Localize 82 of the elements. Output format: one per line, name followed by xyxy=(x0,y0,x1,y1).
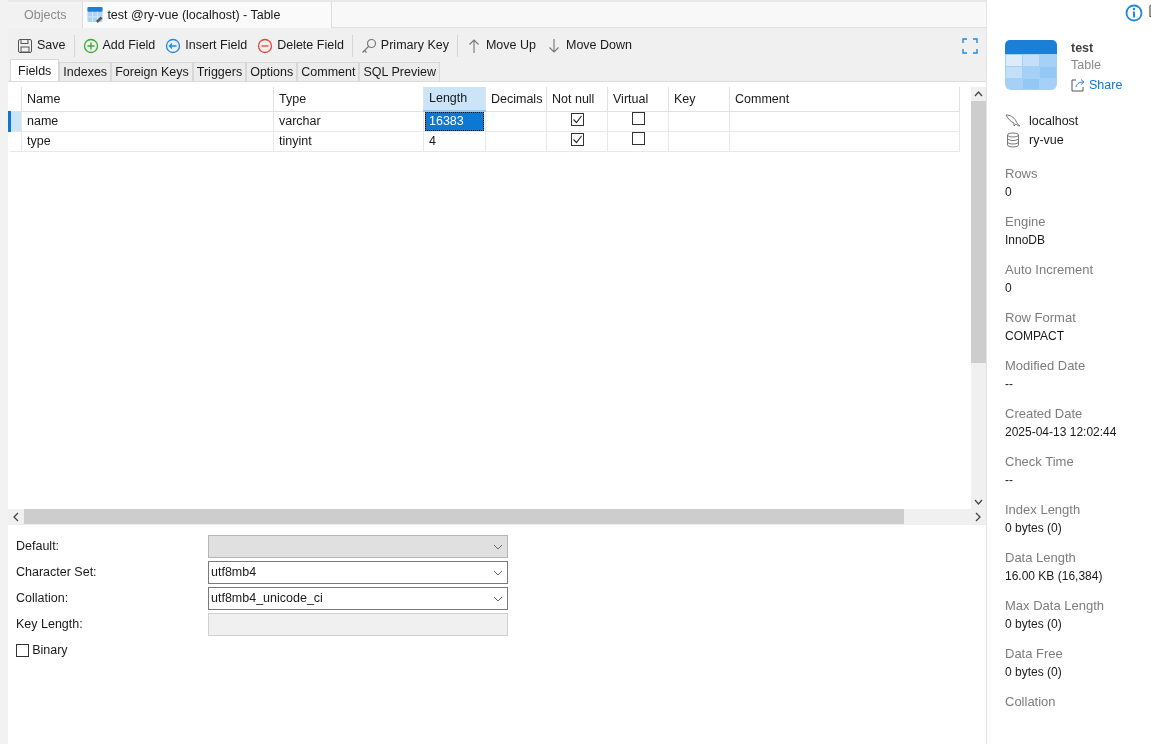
window-tab[interactable]: test @ry-vue (localhost) - Table xyxy=(82,2,333,28)
toolbar-button[interactable]: Save xyxy=(12,34,71,57)
property-value: COMPACT xyxy=(1005,327,1066,344)
column-header[interactable]: Type xyxy=(273,87,424,111)
property-label: Data Length xyxy=(1005,548,1077,566)
table-title: test xyxy=(1071,40,1095,57)
property-value: 16.00 KB (16,384) xyxy=(1005,567,1104,584)
table-cell: tinyint xyxy=(273,131,424,152)
table-icon xyxy=(87,7,104,23)
vertical-scrollbar[interactable] xyxy=(971,87,986,509)
field-label: Default: xyxy=(16,538,61,556)
toolbar-button[interactable]: Delete Field xyxy=(252,34,349,57)
property-value: -- xyxy=(1005,471,1014,488)
property-label: Collation xyxy=(1005,692,1057,710)
database-name: ry-vue xyxy=(1029,131,1064,149)
checkbox[interactable] xyxy=(16,644,29,657)
scrollbar-thumb[interactable] xyxy=(971,101,986,363)
tab[interactable]: SQL Preview xyxy=(359,62,440,81)
checkbox[interactable] xyxy=(570,112,584,126)
table-subtitle: Table xyxy=(1071,57,1102,74)
chevron-down-icon xyxy=(493,569,503,576)
key-icon xyxy=(360,37,377,54)
property-value: 0 bytes (0) xyxy=(1005,519,1063,536)
property-value: 0 xyxy=(1005,279,1013,296)
connection-name: localhost xyxy=(1029,112,1079,130)
property-label: Max Data Length xyxy=(1005,596,1105,614)
property-value: 0 bytes (0) xyxy=(1005,615,1063,632)
property-label: Auto Increment xyxy=(1005,260,1095,278)
property-label: Modified Date xyxy=(1005,356,1087,374)
table-cell: varchar xyxy=(273,111,424,132)
property-label: Data Free xyxy=(1005,644,1064,662)
minus-icon xyxy=(257,37,274,54)
field-label: Key Length: xyxy=(16,616,84,634)
table-cell: name xyxy=(21,111,274,132)
property-label: Created Date xyxy=(1005,404,1084,422)
share-link[interactable]: Share xyxy=(1071,76,1123,95)
table-cell[interactable]: 16383 xyxy=(425,112,484,131)
toolbar-button[interactable]: Move Up xyxy=(460,34,541,57)
table-cell: 4 xyxy=(423,131,486,152)
tab[interactable]: Indexes xyxy=(59,62,112,81)
field-label: Collation: xyxy=(16,590,70,608)
toolbar-button[interactable]: Primary Key xyxy=(355,34,454,57)
column-header[interactable]: Key xyxy=(668,87,730,111)
tab[interactable]: Triggers xyxy=(192,62,247,81)
property-value: InnoDB xyxy=(1005,231,1047,248)
property-value: 2025-04-13 12:02:44 xyxy=(1005,423,1118,440)
checkbox-label: Binary xyxy=(32,642,68,660)
column-header[interactable]: Decimals xyxy=(485,87,547,111)
property-value: -- xyxy=(1005,375,1014,392)
info-icon[interactable] xyxy=(1125,4,1143,22)
column-header[interactable]: Name xyxy=(21,87,274,111)
chevron-down-icon xyxy=(493,543,503,550)
dropdown[interactable]: utf8mb4 xyxy=(208,561,508,584)
column-header[interactable]: Not null xyxy=(546,87,608,111)
row-indicator[interactable] xyxy=(9,111,22,132)
plus-icon xyxy=(82,37,99,54)
property-label: Check Time xyxy=(1005,452,1075,470)
checkbox[interactable] xyxy=(570,132,584,146)
toolbar-button[interactable]: Insert Field xyxy=(160,34,253,57)
table-icon xyxy=(1005,40,1057,92)
property-label: Engine xyxy=(1005,212,1047,230)
property-value: 0 xyxy=(1005,183,1013,200)
property-label: Index Length xyxy=(1005,500,1082,518)
field-label: Character Set: xyxy=(16,564,98,582)
column-header[interactable]: Virtual xyxy=(607,87,669,111)
toolbar-button[interactable]: Move Down xyxy=(540,34,637,57)
tab[interactable]: Options xyxy=(246,62,298,81)
tab[interactable]: Foreign Keys xyxy=(111,62,193,81)
dropdown[interactable]: utf8mb4_unicode_ci xyxy=(208,587,508,610)
property-label: Row Format xyxy=(1005,308,1077,326)
share-icon xyxy=(1071,78,1085,93)
save-icon xyxy=(17,37,33,54)
tab[interactable]: Comment xyxy=(297,62,360,81)
property-label: Rows xyxy=(1005,164,1039,182)
database-icon xyxy=(1005,132,1021,149)
table-cell: type xyxy=(21,131,274,152)
column-header[interactable]: Length xyxy=(423,87,486,111)
tab[interactable]: Fields xyxy=(10,59,60,81)
chevron-down-icon xyxy=(493,595,503,602)
property-value: 0 bytes (0) xyxy=(1005,663,1063,680)
toolbar-button[interactable]: Add Field xyxy=(77,34,161,57)
column-header[interactable]: Comment xyxy=(729,87,960,111)
